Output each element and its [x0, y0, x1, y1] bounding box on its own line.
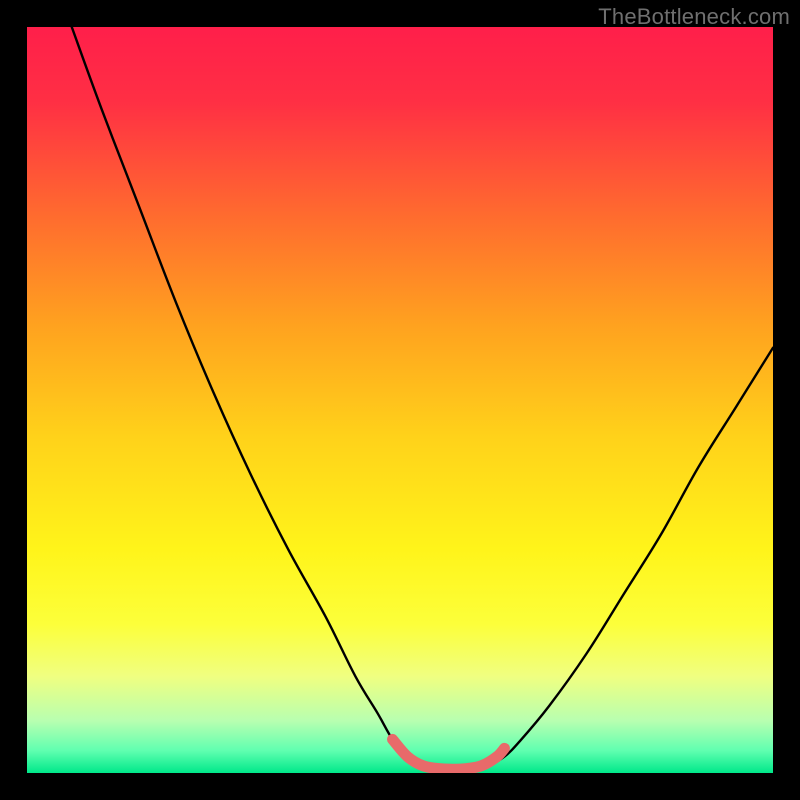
watermark-label: TheBottleneck.com — [598, 4, 790, 30]
bottleneck-curve — [27, 27, 773, 773]
curve-left-branch — [72, 27, 423, 766]
optimal-zone-marker — [393, 739, 505, 769]
curve-right-branch — [490, 348, 773, 766]
chart-frame: TheBottleneck.com — [0, 0, 800, 800]
plot-area — [27, 27, 773, 773]
